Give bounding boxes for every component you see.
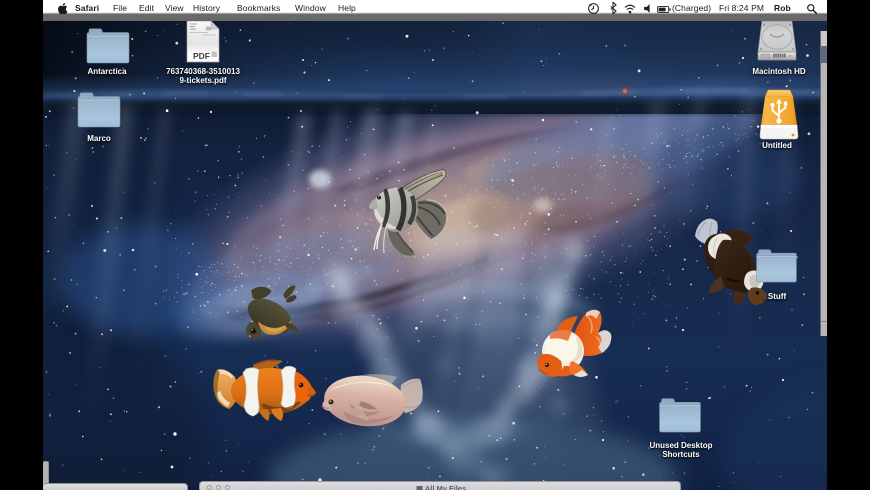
svg-text:PDF: PDF: [193, 51, 210, 61]
